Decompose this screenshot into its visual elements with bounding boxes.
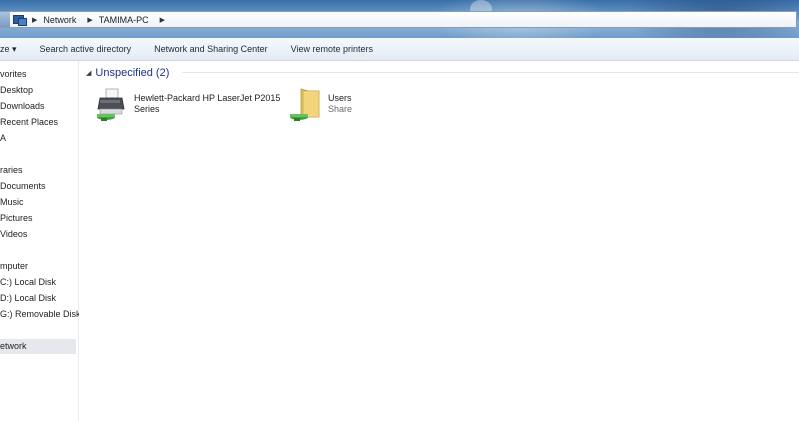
- nav-pictures[interactable]: Pictures: [0, 213, 33, 223]
- breadcrumb-network[interactable]: Network: [43, 15, 76, 25]
- address-bar[interactable]: ▶ Network ▶ TAMIMA-PC ▶: [0, 11, 797, 28]
- group-divider: [182, 72, 799, 73]
- nav-favorites[interactable]: vorites: [0, 69, 27, 79]
- network-icon: [13, 14, 27, 26]
- file-list-pane: ◢ Unspecified (2) Hewlett-Packard HP Las…: [79, 61, 799, 421]
- users-share-item[interactable]: Users Share: [287, 87, 387, 127]
- nav-libraries[interactable]: raries: [0, 165, 23, 175]
- organize-button[interactable]: ze ▾: [0, 44, 17, 55]
- nav-removable-disk-g[interactable]: G:) Removable Disk: [0, 309, 81, 319]
- back-dropdown[interactable]: [0, 12, 10, 27]
- nav-recent-places[interactable]: Recent Places: [0, 117, 58, 127]
- breadcrumb-tamima-pc[interactable]: TAMIMA-PC: [99, 15, 149, 25]
- nav-documents[interactable]: Documents: [0, 181, 46, 191]
- nav-network[interactable]: etwork: [0, 339, 76, 354]
- view-remote-printers-button[interactable]: View remote printers: [291, 44, 373, 54]
- printer-icon: [97, 88, 125, 121]
- command-toolbar: ze ▾ Search active directory Network and…: [0, 38, 799, 61]
- window-title-bar: ▶ Network ▶ TAMIMA-PC ▶: [0, 0, 799, 38]
- shared-folder-icon: [290, 88, 320, 121]
- breadcrumb-separator-icon[interactable]: ▶: [160, 16, 165, 24]
- share-name: Users: [328, 93, 352, 103]
- nav-downloads[interactable]: Downloads: [0, 101, 45, 111]
- network-sharing-center-button[interactable]: Network and Sharing Center: [154, 44, 268, 54]
- nav-videos[interactable]: Videos: [0, 229, 27, 239]
- nav-music[interactable]: Music: [0, 197, 24, 207]
- nav-desktop[interactable]: Desktop: [0, 85, 33, 95]
- printer-name-line1: Hewlett-Packard HP LaserJet P2015: [134, 93, 281, 103]
- nav-a[interactable]: A: [0, 133, 6, 143]
- breadcrumb-separator-icon[interactable]: ▶: [87, 16, 92, 24]
- group-label: Unspecified (2): [95, 67, 170, 79]
- breadcrumb-separator-icon[interactable]: ▶: [32, 16, 37, 24]
- printer-name-line2: Series: [134, 104, 160, 114]
- group-header[interactable]: ◢ Unspecified (2): [86, 67, 169, 79]
- share-type: Share: [328, 104, 353, 114]
- search-active-directory-button[interactable]: Search active directory: [40, 44, 132, 54]
- printer-item[interactable]: Hewlett-Packard HP LaserJet P2015 Series: [92, 87, 292, 127]
- nav-local-disk-d[interactable]: D:) Local Disk: [0, 293, 56, 303]
- collapse-triangle-icon[interactable]: ◢: [86, 69, 91, 77]
- nav-computer[interactable]: mputer: [0, 261, 28, 271]
- nav-local-disk-c[interactable]: C:) Local Disk: [0, 277, 56, 287]
- navigation-pane: vorites Desktop Downloads Recent Places …: [0, 61, 81, 421]
